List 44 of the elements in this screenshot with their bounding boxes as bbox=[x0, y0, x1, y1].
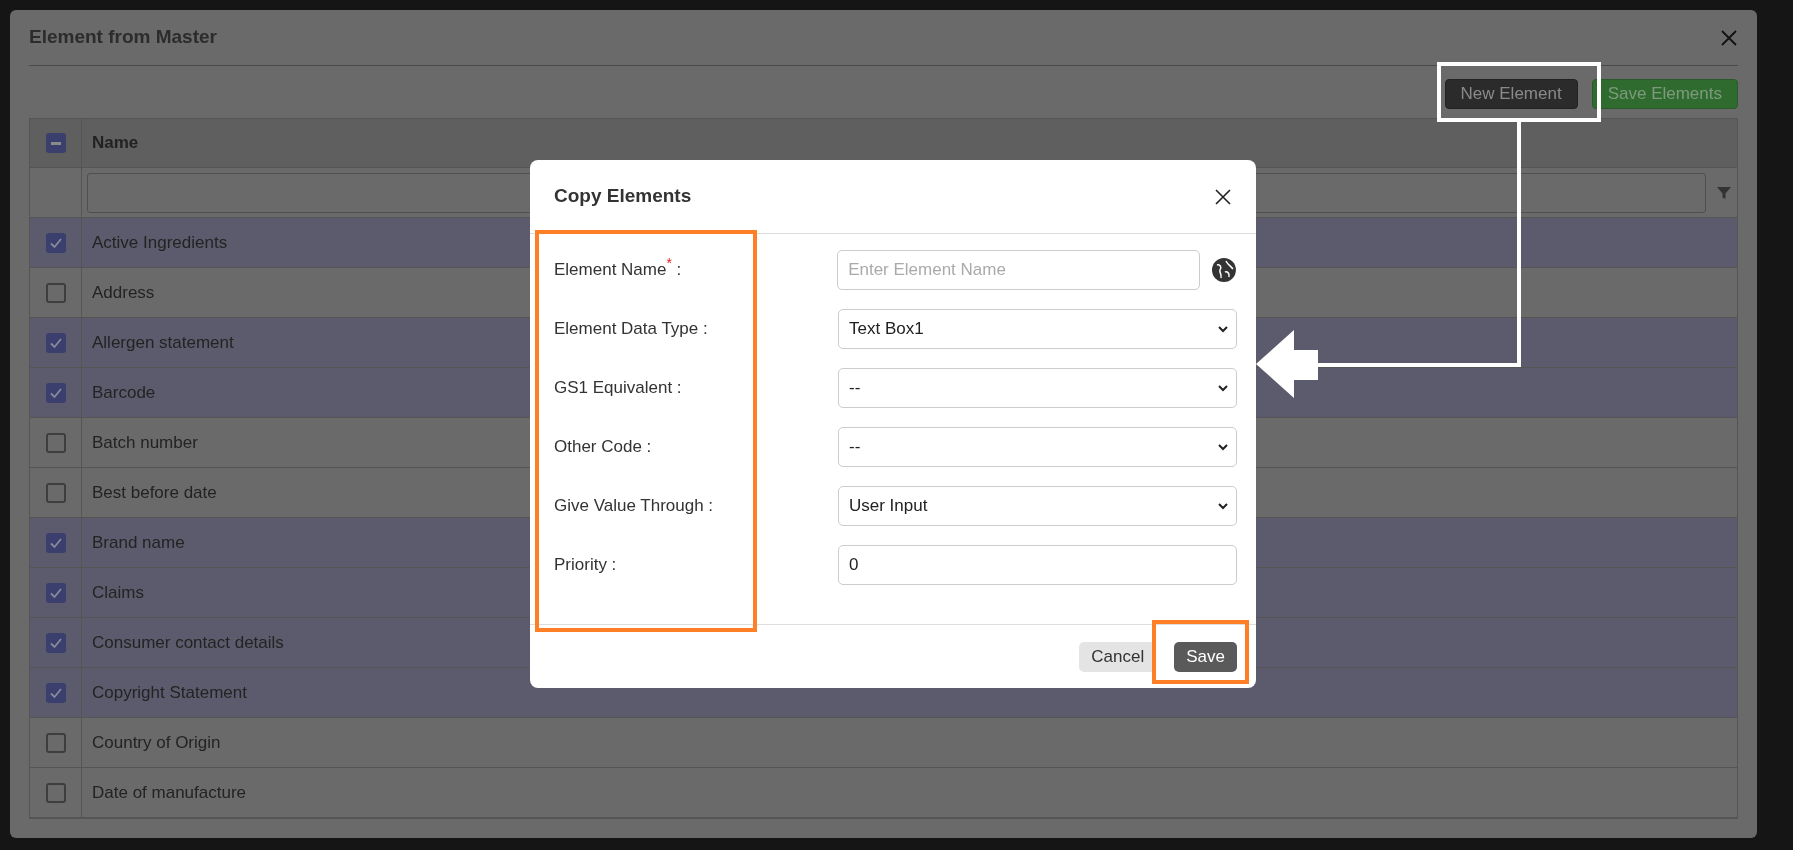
close-icon[interactable] bbox=[1214, 187, 1232, 206]
row-checkbox[interactable] bbox=[45, 632, 66, 653]
field-label: Element Data Type : bbox=[554, 318, 708, 341]
table-cell-text: Active Ingredients bbox=[92, 231, 228, 254]
table-cell-text: Consumer contact details bbox=[92, 631, 284, 654]
table-cell-text: Country of Origin bbox=[92, 731, 221, 754]
dialog-title: Element from Master bbox=[29, 25, 217, 50]
table-cell-text: Allergen statement bbox=[92, 331, 234, 354]
row-checkbox[interactable] bbox=[45, 332, 66, 353]
save-button[interactable]: Save bbox=[1174, 641, 1237, 672]
field-label: Other Code : bbox=[554, 436, 652, 459]
filter-icon[interactable] bbox=[1716, 184, 1732, 201]
globe-icon[interactable] bbox=[1211, 257, 1237, 283]
field-label: GS1 Equivalent : bbox=[554, 377, 682, 400]
row-checkbox[interactable] bbox=[45, 232, 66, 253]
field-label: Element Name$^{*}$ : bbox=[554, 257, 682, 282]
select-all-checkbox[interactable] bbox=[45, 133, 66, 153]
row-checkbox[interactable] bbox=[45, 582, 66, 603]
table-cell-text: Date of manufacture bbox=[92, 781, 247, 804]
row-checkbox[interactable] bbox=[45, 532, 66, 553]
dropdown[interactable]: -- bbox=[838, 427, 1237, 467]
dropdown[interactable]: Text Box1 bbox=[838, 309, 1237, 349]
toolbar-button[interactable]: New Element bbox=[1444, 79, 1578, 109]
input-field[interactable]: 0 bbox=[838, 545, 1237, 585]
row-checkbox[interactable] bbox=[45, 782, 66, 803]
table-cell-text: Address bbox=[92, 281, 155, 304]
dropdown[interactable]: -- bbox=[838, 368, 1237, 408]
dropdown[interactable]: User Input bbox=[838, 486, 1237, 526]
table-cell-text: Barcode bbox=[92, 381, 156, 404]
field-label: Priority : bbox=[554, 554, 617, 577]
row-checkbox[interactable] bbox=[45, 282, 66, 303]
field-label: Give Value Through : bbox=[554, 495, 714, 518]
table-cell-text: Best before date bbox=[92, 481, 217, 504]
row-checkbox[interactable] bbox=[45, 432, 66, 453]
table-cell-text: Copyright Statement bbox=[92, 681, 247, 704]
row-checkbox[interactable] bbox=[45, 482, 66, 503]
row-checkbox[interactable] bbox=[45, 382, 66, 403]
table-cell-text: Claims bbox=[92, 581, 144, 604]
row-checkbox[interactable] bbox=[45, 732, 66, 753]
table-cell-text: Batch number bbox=[92, 431, 198, 454]
modal-title: Copy Elements bbox=[554, 184, 692, 209]
table-cell-text: Brand name bbox=[92, 531, 185, 554]
row-checkbox[interactable] bbox=[45, 682, 66, 703]
input-field[interactable]: Enter Element Name bbox=[837, 250, 1201, 290]
